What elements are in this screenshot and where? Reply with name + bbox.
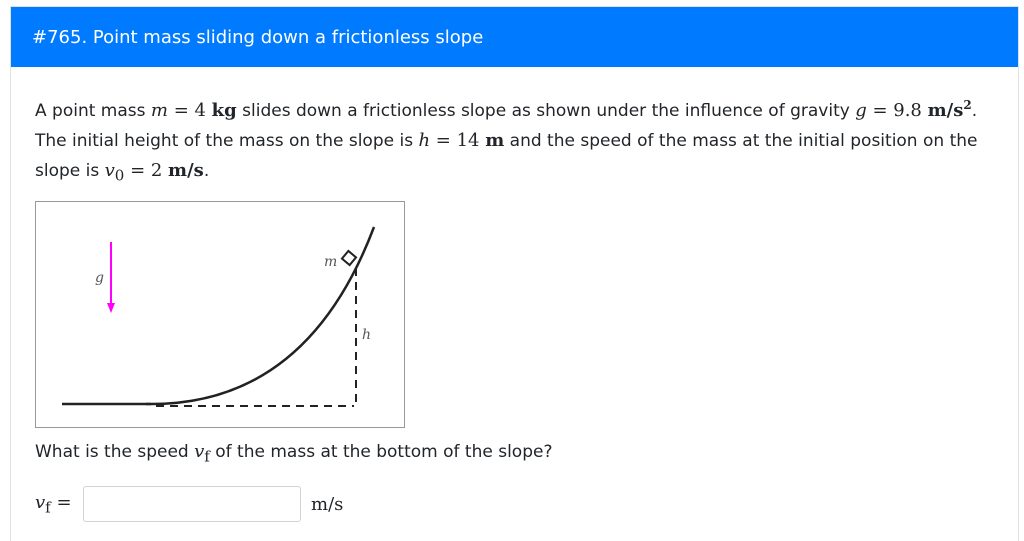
text-fragment: slides down a frictionless slope as show… (236, 101, 856, 121)
question-text: What is the speed vf of the mass at the … (35, 441, 553, 466)
text-fragment: A point mass (35, 101, 151, 121)
problem-title: #765. Point mass sliding down a friction… (32, 26, 484, 48)
problem-body: A point mass m = 4 kg slides down a fric… (11, 67, 1018, 541)
answer-input[interactable] (83, 486, 301, 522)
mass-label: m (324, 254, 337, 270)
height-expression: h = 14 m (418, 130, 505, 151)
slope-curve (145, 226, 376, 406)
text-fragment: . (203, 161, 210, 181)
answer-variable: vf = (35, 491, 72, 517)
problem-card: #765. Point mass sliding down a friction… (10, 6, 1019, 541)
gravity-arrow-head (107, 303, 115, 313)
slope-diagram: g h m (62, 226, 376, 407)
gravity-expression: g = 9.8 m/s2 (855, 98, 972, 121)
problem-statement: A point mass m = 4 kg slides down a fric… (35, 96, 997, 191)
initial-speed-expression: v0 = 2 m/s (104, 160, 204, 185)
slope-figure: g h m (35, 201, 405, 428)
gravity-label: g (95, 270, 104, 286)
final-speed-symbol: vf (194, 441, 210, 466)
answer-unit: m/s (311, 493, 344, 515)
answer-row: vf = m/s (35, 485, 343, 523)
mass-expression: m = 4 kg (150, 100, 237, 121)
mass-box (340, 249, 358, 267)
height-label: h (362, 327, 371, 343)
problem-header: #765. Point mass sliding down a friction… (11, 7, 1018, 67)
